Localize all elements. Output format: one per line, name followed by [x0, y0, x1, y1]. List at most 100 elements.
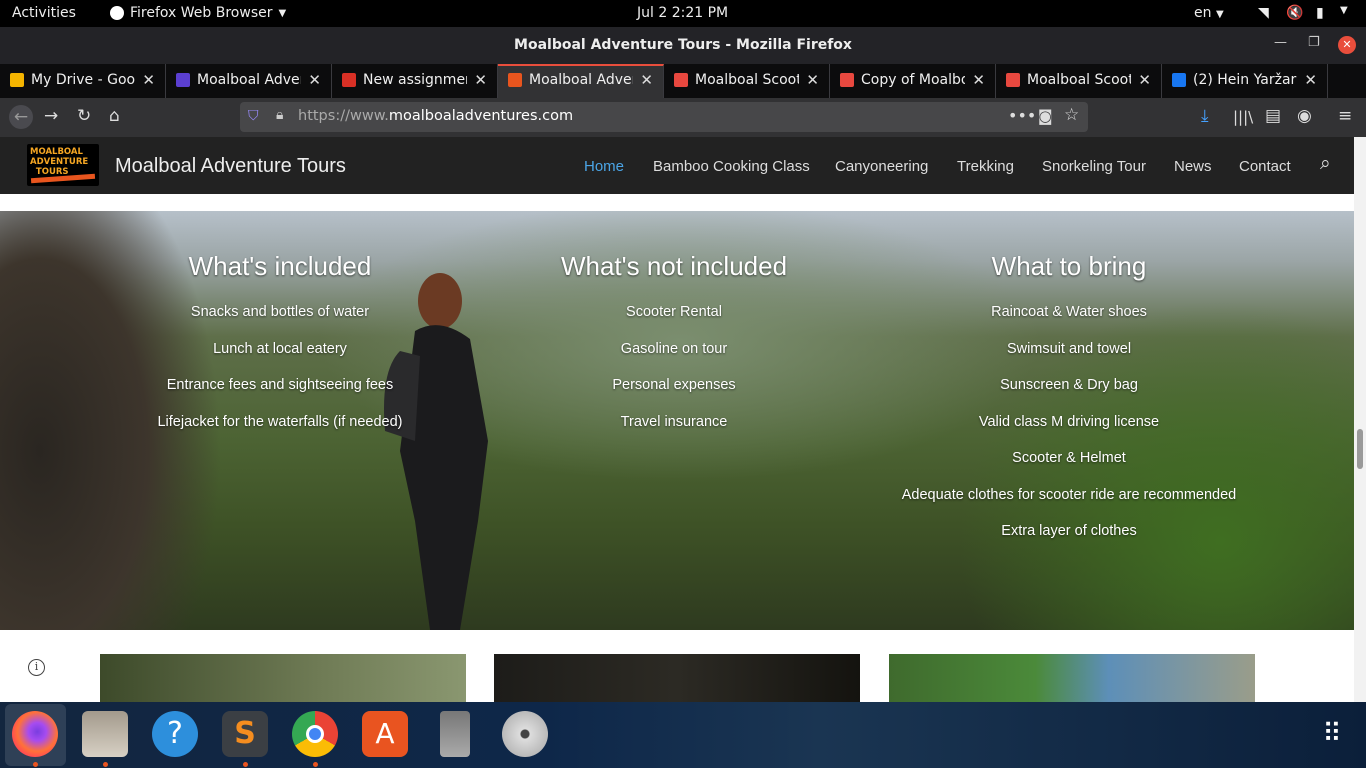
close-tab-icon[interactable]: ✕ [474, 71, 487, 89]
dock: ? S A ⠿ [0, 702, 1366, 768]
close-tab-icon[interactable]: ✕ [972, 71, 985, 89]
not-included-item: Travel insurance [620, 413, 728, 430]
wifi-icon[interactable]: ◥ [1258, 5, 1269, 21]
chevron-down-icon: ▼ [1215, 9, 1224, 20]
close-tab-icon[interactable]: ✕ [1138, 71, 1151, 89]
tracking-shield-icon[interactable]: ⛉ [248, 108, 259, 124]
tab-bar: My Drive - Goog ✕ Moalboal Adven ✕ New ass… [0, 64, 1366, 154]
map-pin-icon [674, 73, 688, 87]
chevron-down-icon[interactable]: ▼ [1340, 5, 1348, 16]
site-logo[interactable]: MOALBOAL ADVENTURE TOURS [27, 144, 99, 186]
bring-column: What to bring Raincoat & Water shoes Swi… [879, 251, 1259, 560]
home-icon[interactable]: ⌂ [109, 106, 120, 126]
disc-icon[interactable] [502, 711, 548, 757]
not-included-item: Personal expenses [612, 377, 736, 393]
running-indicator [243, 762, 248, 767]
close-icon[interactable]: ✕ [1338, 36, 1356, 54]
bookmark-star-icon[interactable]: ☆ [1064, 105, 1079, 125]
menu-canyoneering[interactable]: Canyoneering [835, 158, 928, 175]
site-header: MOALBOAL ADVENTURE TOURS Moalboal Adventu… [0, 137, 1354, 194]
menu-icon[interactable]: ≡ [1338, 106, 1352, 126]
web-page: MOALBOAL ADVENTURE TOURS Moalboal Adventu… [0, 137, 1354, 702]
menu-home[interactable]: Home [584, 158, 624, 175]
not-included-item: Scooter Rental [626, 304, 722, 320]
maximize-icon[interactable]: ❐ [1308, 35, 1320, 50]
page-actions-icon[interactable]: ••• [1008, 106, 1036, 125]
running-indicator [103, 762, 108, 767]
bring-item: Valid class M driving license [978, 413, 1160, 430]
tab[interactable]: Moalboal Scoot ✕ [996, 64, 1162, 98]
photo-card[interactable] [889, 654, 1255, 702]
page-scrollbar[interactable] [1354, 137, 1366, 702]
included-item: Entrance fees and sightseeing fees [166, 377, 394, 393]
bring-title: What to bring [991, 251, 1147, 281]
running-indicator [313, 762, 318, 767]
device-icon[interactable] [440, 711, 470, 757]
tab[interactable]: Moalboal Scoot ✕ [664, 64, 830, 98]
bring-item: Scooter & Helmet [1012, 450, 1126, 466]
close-tab-icon[interactable]: ✕ [806, 71, 819, 89]
app-grid-icon[interactable]: ⠿ [1309, 711, 1355, 757]
back-icon[interactable]: ← [9, 105, 33, 129]
pocket-icon[interactable]: ◙ [1038, 107, 1053, 125]
bring-item: Raincoat & Water shoes [991, 304, 1147, 320]
menu-bamboo-cooking-class[interactable]: Bamboo Cooking Class [653, 158, 810, 175]
lock-icon[interactable]: 🔒︎ [276, 107, 283, 123]
included-item: Lunch at local eatery [213, 340, 347, 357]
download-icon[interactable]: ⤓ [1201, 106, 1209, 126]
account-icon[interactable]: ◉ [1297, 106, 1312, 126]
info-icon[interactable]: i [28, 659, 45, 676]
system-top-bar: Activities Firefox Web Browser ▼ Jul 2 2… [0, 0, 1366, 27]
search-icon[interactable]: ⌕ [1320, 153, 1331, 175]
chrome-icon[interactable] [292, 711, 338, 757]
included-column: What's included Snacks and bottles of wa… [90, 251, 470, 450]
logo-text: MOALBOAL ADVENTURE TOURS [30, 147, 89, 177]
bring-item: Swimsuit and towel [1006, 340, 1132, 357]
close-tab-icon[interactable]: ✕ [308, 71, 321, 89]
map-pin-icon [840, 73, 854, 87]
tab-active[interactable]: Moalboal Adven ✕ [498, 64, 664, 98]
tab[interactable]: Copy of Moalbo ✕ [830, 64, 996, 98]
language-indicator[interactable]: en ▼ [1194, 5, 1224, 21]
tab[interactable]: Moalboal Adven ✕ [166, 64, 332, 98]
battery-icon[interactable]: ▮ [1316, 5, 1324, 21]
photo-card[interactable] [494, 654, 860, 702]
volume-icon[interactable]: 🔇 [1286, 5, 1303, 21]
menu-trekking[interactable]: Trekking [957, 158, 1014, 175]
menu-contact[interactable]: Contact [1239, 158, 1291, 175]
menu-news[interactable]: News [1174, 158, 1212, 175]
minimize-icon[interactable]: — [1274, 35, 1287, 50]
library-icon[interactable]: |||\ [1233, 108, 1253, 126]
tour-photo-cards [0, 654, 1354, 702]
sidebar-icon[interactable]: ▤ [1265, 106, 1281, 126]
software-center-icon[interactable]: A [362, 711, 408, 757]
tab[interactable]: New assignmen ✕ [332, 64, 498, 98]
tab[interactable]: (2) Hein Yaržar ✕ [1162, 64, 1328, 98]
sublime-text-icon[interactable]: S [222, 711, 268, 757]
close-tab-icon[interactable]: ✕ [142, 71, 155, 89]
chevron-down-icon: ▼ [278, 7, 287, 19]
help-icon[interactable]: ? [152, 711, 198, 757]
reload-icon[interactable]: ↻ [77, 106, 91, 126]
forward-icon[interactable]: → [44, 106, 58, 126]
firefox-icon [110, 6, 124, 20]
clock[interactable]: Jul 2 2:21 PM [637, 5, 728, 21]
firefox-icon[interactable] [12, 711, 58, 757]
facebook-icon [1172, 73, 1186, 87]
tour-details-hero: What's included Snacks and bottles of wa… [0, 211, 1354, 630]
menu-snorkeling-tour[interactable]: Snorkeling Tour [1042, 158, 1146, 175]
included-title: What's included [188, 251, 372, 281]
close-tab-icon[interactable]: ✕ [640, 71, 653, 89]
url-bar[interactable]: ⛉ 🔒︎ https://www.moalboaladventures.com … [240, 102, 1088, 132]
close-tab-icon[interactable]: ✕ [1304, 71, 1317, 89]
site-title[interactable]: Moalboal Adventure Tours [115, 155, 346, 178]
activities-button[interactable]: Activities [12, 5, 76, 21]
files-icon[interactable] [82, 711, 128, 757]
photo-card[interactable] [100, 654, 466, 702]
url-text[interactable]: https://www.moalboaladventures.com [298, 108, 573, 124]
scrollbar-thumb[interactable] [1357, 429, 1363, 469]
window-titlebar: Moalboal Adventure Tours - Mozilla Firef… [0, 27, 1366, 64]
tab[interactable]: My Drive - Goog ✕ [0, 64, 166, 98]
bring-item: Extra layer of clothes [1001, 523, 1137, 539]
app-menu[interactable]: Firefox Web Browser ▼ [110, 5, 286, 21]
